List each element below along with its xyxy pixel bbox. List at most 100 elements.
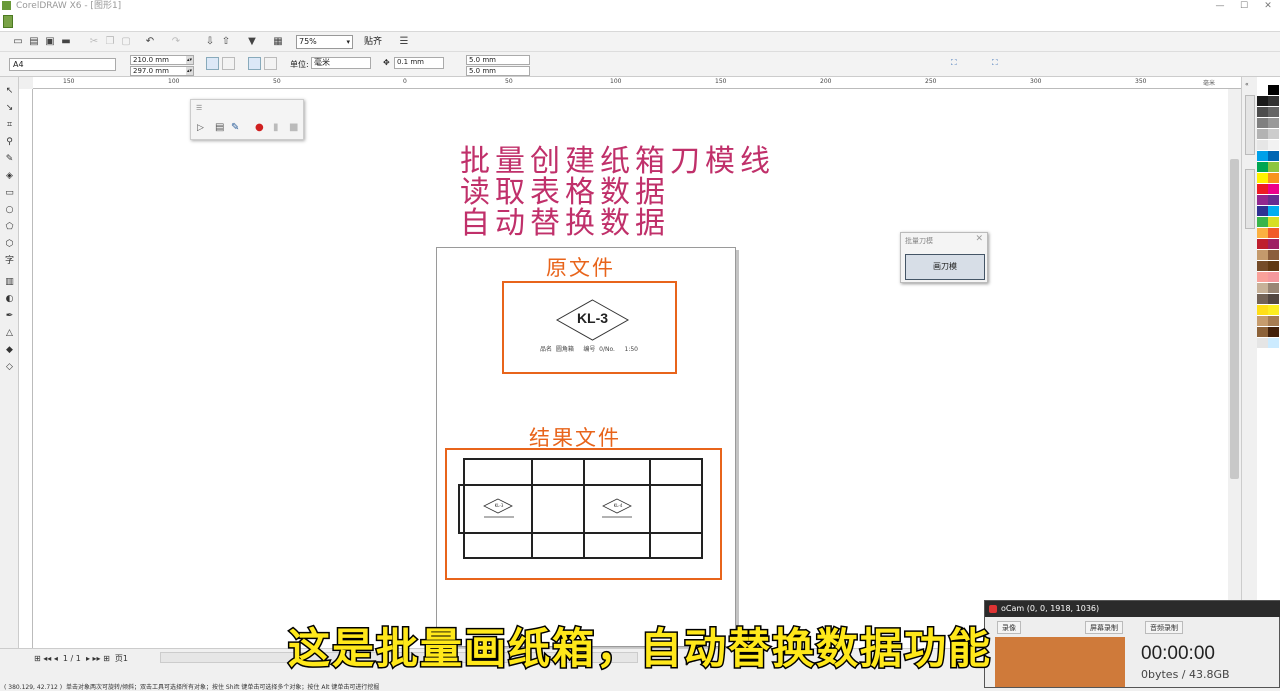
close-button[interactable]: ✕ xyxy=(1260,0,1276,12)
docker-tab-object-manager[interactable] xyxy=(1245,169,1255,229)
color-swatch[interactable] xyxy=(1257,96,1268,106)
color-swatch[interactable] xyxy=(1268,327,1279,337)
interactive-fill-icon[interactable]: ◇ xyxy=(4,361,15,373)
page-size-select[interactable]: A4 xyxy=(9,58,116,71)
color-swatch[interactable] xyxy=(1257,129,1268,139)
color-swatch[interactable] xyxy=(1268,305,1279,315)
smart-fill-icon[interactable]: ◈ xyxy=(4,170,15,182)
color-swatch[interactable] xyxy=(1257,184,1268,194)
color-swatch[interactable] xyxy=(1257,151,1268,161)
vertical-ruler[interactable] xyxy=(19,89,33,648)
print-icon[interactable]: ▬ xyxy=(60,36,72,48)
redo-icon[interactable]: ↷ xyxy=(170,36,182,48)
macro-editor-icon[interactable]: ✎ xyxy=(231,122,239,133)
nudge-distance-field[interactable]: 0.1 mm xyxy=(394,57,444,69)
color-swatch[interactable] xyxy=(1257,162,1268,172)
save-icon[interactable]: ▣ xyxy=(44,36,56,48)
spin-icon[interactable]: ▴▾ xyxy=(186,67,193,75)
color-swatch[interactable] xyxy=(1268,195,1279,205)
collapse-icon[interactable]: « xyxy=(1245,81,1249,88)
color-swatch[interactable] xyxy=(1268,294,1279,304)
draw-tool-icon[interactable]: ⛶ xyxy=(992,58,998,68)
color-swatch[interactable] xyxy=(1257,338,1268,348)
color-swatch[interactable] xyxy=(1268,140,1279,150)
import-icon[interactable]: ⇩ xyxy=(204,36,216,48)
spin-icon[interactable]: ▴▾ xyxy=(186,56,193,64)
snap-to-menu[interactable]: 贴齐 xyxy=(364,36,382,48)
color-swatch[interactable] xyxy=(1257,107,1268,117)
rectangle-tool-icon[interactable]: ▭ xyxy=(4,187,15,199)
record-icon[interactable]: ● xyxy=(255,122,264,133)
fill-tool-icon[interactable]: ◆ xyxy=(4,344,15,356)
new-document-icon[interactable]: ▭ xyxy=(12,36,24,48)
color-swatch[interactable] xyxy=(1268,85,1279,95)
copy-icon[interactable]: ❐ xyxy=(104,36,116,48)
color-swatch[interactable] xyxy=(1268,283,1279,293)
polygon-tool-icon[interactable]: ⬠ xyxy=(4,221,15,233)
page-width-field[interactable]: 210.0 mm ▴▾ xyxy=(130,55,194,65)
export-icon[interactable]: ⇧ xyxy=(220,36,232,48)
color-swatch[interactable] xyxy=(1257,173,1268,183)
color-swatch[interactable] xyxy=(1257,85,1268,95)
color-swatch[interactable] xyxy=(1268,272,1279,282)
color-swatch[interactable] xyxy=(1257,261,1268,271)
paste-icon[interactable]: ▢ xyxy=(120,36,132,48)
color-swatch[interactable] xyxy=(1268,173,1279,183)
horizontal-ruler[interactable]: 150 100 50 0 50 100 150 200 250 300 350 … xyxy=(33,77,1241,89)
blend-tool-icon[interactable]: ◐ xyxy=(4,293,15,305)
stop-icon[interactable]: ■ xyxy=(289,122,298,133)
color-swatch[interactable] xyxy=(1268,316,1279,326)
color-swatch[interactable] xyxy=(1268,184,1279,194)
color-palette[interactable] xyxy=(1257,77,1280,617)
play-icon[interactable]: ▷ xyxy=(197,123,204,133)
color-swatch[interactable] xyxy=(1257,305,1268,315)
color-swatch[interactable] xyxy=(1257,239,1268,249)
draw-dieline-button[interactable]: 画刀模 xyxy=(905,254,985,280)
undo-icon[interactable]: ↶ xyxy=(144,36,156,48)
color-swatch[interactable] xyxy=(1257,228,1268,238)
color-swatch[interactable] xyxy=(1257,217,1268,227)
color-swatch[interactable] xyxy=(1257,195,1268,205)
portrait-button[interactable] xyxy=(206,57,219,70)
color-swatch[interactable] xyxy=(1268,162,1279,172)
text-tool-icon[interactable]: 字 xyxy=(4,255,15,267)
outline-pen-icon[interactable]: △ xyxy=(4,327,15,339)
pick-tool-icon[interactable]: ↖ xyxy=(4,85,15,97)
application-launcher-icon[interactable]: ▦ xyxy=(272,36,284,48)
color-swatch[interactable] xyxy=(1268,151,1279,161)
publish-pdf-icon[interactable]: ▼ xyxy=(246,36,258,48)
color-swatch[interactable] xyxy=(1268,261,1279,271)
zoom-level-select[interactable]: 75% ▾ xyxy=(296,35,353,49)
open-folder-icon[interactable]: ▤ xyxy=(28,36,40,48)
color-swatch[interactable] xyxy=(1268,239,1279,249)
scrollbar-thumb[interactable] xyxy=(1230,159,1239,479)
color-swatch[interactable] xyxy=(1268,217,1279,227)
color-swatch[interactable] xyxy=(1257,118,1268,128)
color-swatch[interactable] xyxy=(1268,206,1279,216)
options-icon[interactable]: ☰ xyxy=(398,36,410,48)
basic-shapes-icon[interactable]: ⬡ xyxy=(4,238,15,250)
vertical-scrollbar[interactable] xyxy=(1228,89,1241,648)
duplicate-y-field[interactable]: 5.0 mm xyxy=(466,66,530,76)
freehand-tool-icon[interactable]: ✎ xyxy=(4,153,15,165)
page-height-field[interactable]: 297.0 mm ▴▾ xyxy=(130,66,194,76)
current-page-button[interactable] xyxy=(264,57,277,70)
ellipse-tool-icon[interactable]: ○ xyxy=(4,204,15,216)
all-pages-button[interactable] xyxy=(248,57,261,70)
docker-tab-object-properties[interactable] xyxy=(1245,95,1255,155)
maximize-button[interactable]: ☐ xyxy=(1236,0,1252,12)
color-swatch[interactable] xyxy=(1257,294,1268,304)
crop-tool-icon[interactable]: ⌗ xyxy=(4,119,15,131)
color-swatch[interactable] xyxy=(1257,206,1268,216)
color-swatch[interactable] xyxy=(1268,118,1279,128)
landscape-button[interactable] xyxy=(222,57,235,70)
color-swatch[interactable] xyxy=(1268,338,1279,348)
color-swatch[interactable] xyxy=(1257,272,1268,282)
color-swatch[interactable] xyxy=(1268,250,1279,260)
macro-manager-icon[interactable]: ▤ xyxy=(215,122,224,133)
duplicate-x-field[interactable]: 5.0 mm xyxy=(466,55,530,65)
color-swatch[interactable] xyxy=(1257,140,1268,150)
color-swatch[interactable] xyxy=(1257,316,1268,326)
document-icon[interactable] xyxy=(3,15,13,28)
minimize-button[interactable]: — xyxy=(1212,0,1228,12)
